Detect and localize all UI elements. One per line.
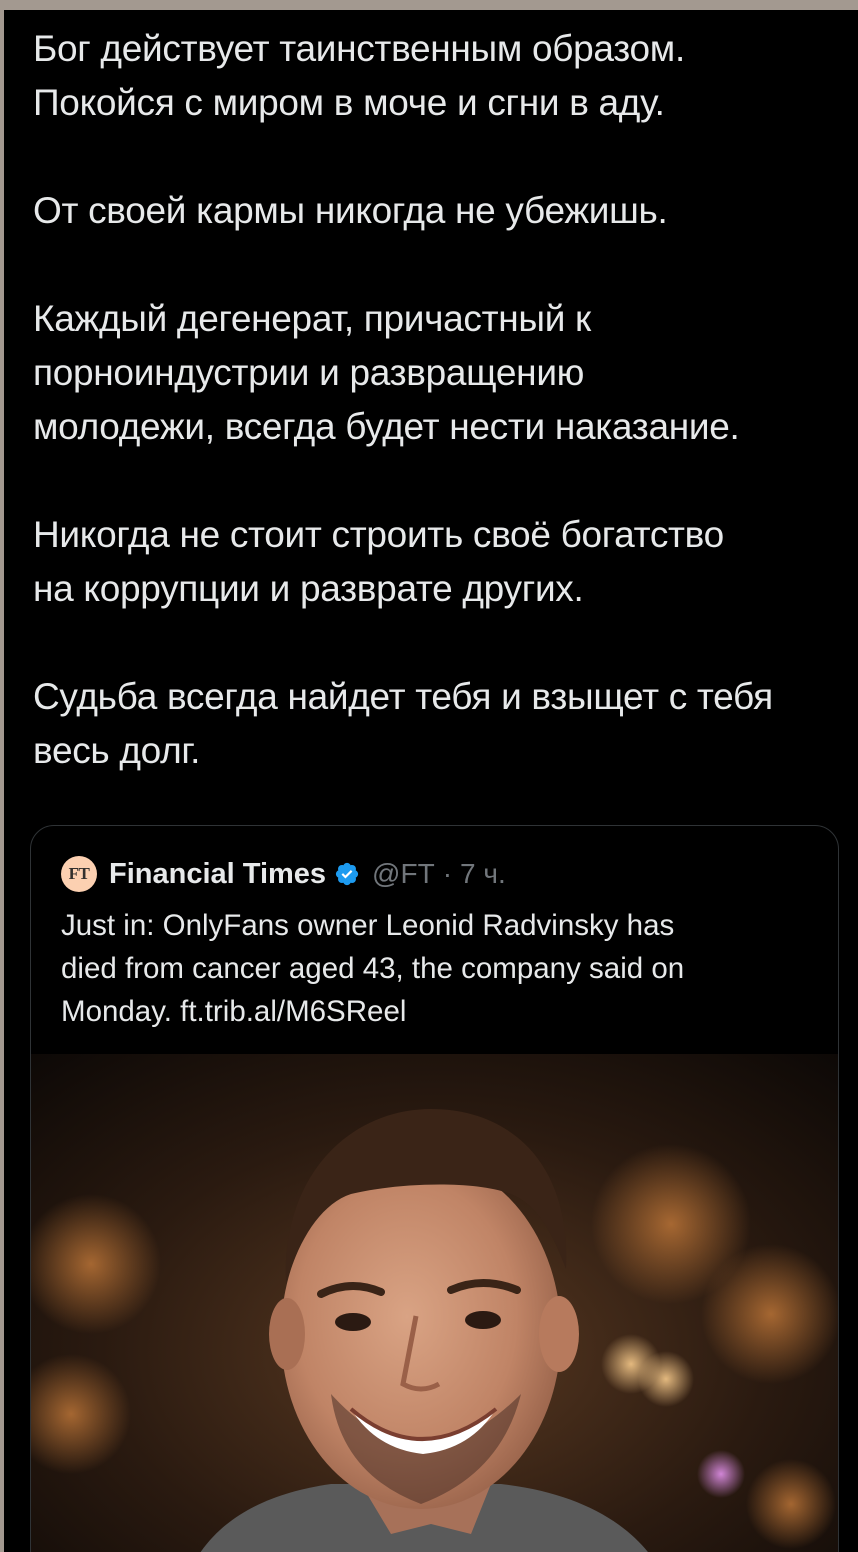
post-timestamp[interactable]: 7 ч.	[460, 858, 506, 890]
source-name[interactable]: Financial Times	[109, 858, 326, 891]
post-paragraph: Бог действует таинственным образом. Поко…	[33, 22, 848, 130]
separator-dot: ·	[442, 858, 453, 889]
quoted-post-card[interactable]: FT Financial Times @FT · 7 ч. Just in: O…	[30, 825, 839, 1552]
post-paragraph: Никогда не стоит строить своё богатство …	[33, 508, 848, 616]
source-avatar[interactable]: FT	[61, 856, 97, 892]
post-screen: Бог действует таинственным образом. Поко…	[4, 10, 858, 1552]
quoted-post-text: Just in: OnlyFans owner Leonid Radvinsky…	[61, 904, 811, 1033]
post-line: Каждый дегенерат, причастный к	[33, 298, 591, 339]
verified-badge-icon	[334, 861, 360, 887]
post-line: Никогда не стоит строить своё богатство	[33, 514, 724, 555]
post-paragraph: Каждый дегенерат, причастный к порноинду…	[33, 292, 848, 454]
quoted-post-header: FT Financial Times @FT · 7 ч.	[61, 854, 506, 894]
post-line: молодежи, всегда будет нести наказание.	[33, 406, 740, 447]
portrait-photo	[31, 1054, 838, 1552]
source-handle[interactable]: @FT	[372, 858, 435, 890]
quoted-text-line[interactable]: Monday. ft.trib.al/M6SReel	[61, 995, 406, 1028]
frame-top-edge	[0, 0, 858, 10]
post-paragraph: Судьба всегда найдет тебя и взыщет с теб…	[33, 670, 848, 778]
post-line: От своей кармы никогда не убежишь.	[33, 190, 668, 231]
quoted-text-line: Just in: OnlyFans owner Leonid Radvinsky…	[61, 909, 675, 942]
post-line: Судьба всегда найдет тебя и взыщет с теб…	[33, 676, 773, 717]
post-paragraph: От своей кармы никогда не убежишь.	[33, 184, 848, 238]
post-line: на коррупции и разврате других.	[33, 568, 584, 609]
post-line: Покойся с миром в моче и сгни в аду.	[33, 82, 665, 123]
post-line: порноиндустрии и развращению	[33, 352, 585, 393]
post-line: Бог действует таинственным образом.	[33, 28, 685, 69]
post-text: Бог действует таинственным образом. Поко…	[33, 22, 848, 832]
quoted-post-photo[interactable]	[31, 1054, 838, 1552]
quoted-text-line: died from cancer aged 43, the company sa…	[61, 952, 685, 985]
post-line: весь долг.	[33, 730, 201, 771]
